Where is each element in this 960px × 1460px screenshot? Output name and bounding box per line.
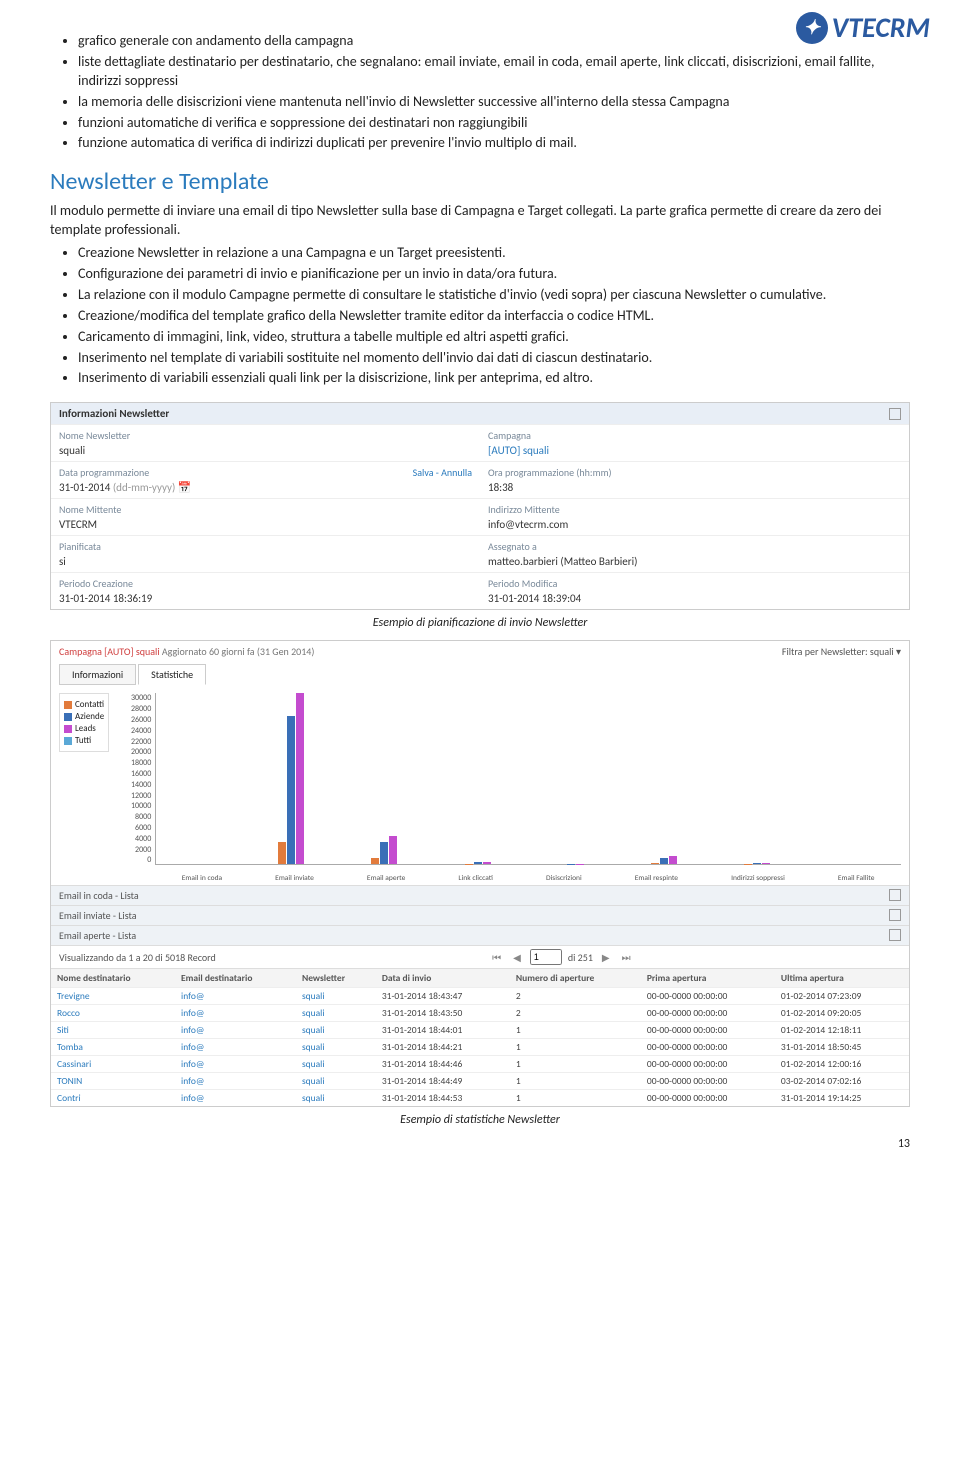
stats-screenshot: Campagna [AUTO] squali Aggiornato 60 gio… <box>50 640 910 1107</box>
form-field: Pianificatasi <box>51 535 480 572</box>
form-header: Informazioni Newsletter <box>59 407 169 420</box>
list-item: liste dettagliate destinatario per desti… <box>78 53 910 91</box>
form-field: Periodo Modifica31-01-2014 18:39:04 <box>480 572 909 609</box>
section-intro: Il modulo permette di inviare una email … <box>50 202 910 240</box>
minimize-icon[interactable] <box>889 889 901 901</box>
top-bullet-list: grafico generale con andamento della cam… <box>50 32 910 153</box>
section-bullet-list: Creazione Newsletter in relazione a una … <box>50 244 910 388</box>
table-row[interactable]: TONINinfo@squali31-01-2014 18:44:49100-0… <box>51 1073 909 1090</box>
chart-bar <box>465 864 473 865</box>
list-item: La relazione con il modulo Campagne perm… <box>78 286 910 305</box>
chart-bar <box>660 858 668 865</box>
nav-first-icon[interactable]: ⏮ <box>489 951 504 964</box>
list-header[interactable]: Email aperte - Lista <box>59 929 136 942</box>
minimize-icon[interactable] <box>889 408 901 420</box>
chart-bar <box>371 858 379 865</box>
form-field: Data programmazioneSalva - Annulla31-01-… <box>51 461 480 498</box>
legend-item: Contatti <box>64 699 104 710</box>
form-field: Indirizzo Mittenteinfo@vtecrm.com <box>480 498 909 535</box>
form-field: Periodo Creazione31-01-2014 18:36:19 <box>51 572 480 609</box>
form-field: Ora programmazione (hh:mm)18:38 <box>480 461 909 498</box>
nav-last-icon[interactable]: ⏭ <box>619 951 634 964</box>
column-header[interactable]: Newsletter <box>296 969 376 988</box>
record-count: Visualizzando da 1 a 20 di 5018 Record <box>59 951 216 964</box>
column-header[interactable]: Email destinatario <box>175 969 296 988</box>
table-row[interactable]: Cassinariinfo@squali31-01-2014 18:44:461… <box>51 1056 909 1073</box>
records-table: Nome destinatarioEmail destinatarioNewsl… <box>51 968 909 1106</box>
logo-text: VTECRM <box>832 10 930 45</box>
chart-bar <box>669 856 677 865</box>
list-item: grafico generale con andamento della cam… <box>78 32 910 51</box>
legend-item: Aziende <box>64 711 104 722</box>
chart-bar <box>474 862 482 864</box>
column-header[interactable]: Nome destinatario <box>51 969 175 988</box>
form-field: Campagna[AUTO] squali <box>480 424 909 461</box>
tab-info[interactable]: Informazioni <box>59 664 136 685</box>
column-header[interactable]: Prima apertura <box>641 969 775 988</box>
table-row[interactable]: Sitiinfo@squali31-01-2014 18:44:01100-00… <box>51 1022 909 1039</box>
list-header[interactable]: Email inviate - Lista <box>59 909 137 922</box>
section-heading: Newsletter e Template <box>50 167 910 196</box>
nav-next-icon[interactable]: ▶ <box>599 951 613 964</box>
page-number: 13 <box>50 1137 910 1151</box>
bar-chart: 3000028000260002400022000200001800016000… <box>117 693 901 883</box>
page-total: di 251 <box>568 951 593 964</box>
filter-dropdown[interactable]: Filtra per Newsletter: squali ▾ <box>782 645 901 658</box>
list-item: la memoria delle disiscrizioni viene man… <box>78 93 910 112</box>
nav-prev-icon[interactable]: ◀ <box>510 951 524 964</box>
chart-bar <box>278 842 286 865</box>
list-item: Creazione Newsletter in relazione a una … <box>78 244 910 263</box>
save-cancel-link[interactable]: Salva - Annulla <box>413 466 472 479</box>
table-row[interactable]: Contriinfo@squali31-01-2014 18:44:53100-… <box>51 1090 909 1107</box>
table-row[interactable]: Roccoinfo@squali31-01-2014 18:43:50200-0… <box>51 1005 909 1022</box>
chart-bar <box>762 863 770 864</box>
legend-item: Tutti <box>64 735 104 746</box>
chart-bar <box>380 842 388 865</box>
chart-bar <box>567 864 575 865</box>
list-item: funzioni automatiche di verifica e soppr… <box>78 114 910 133</box>
list-header[interactable]: Email in coda - Lista <box>59 889 139 902</box>
list-item: Configurazione dei parametri di invio e … <box>78 265 910 284</box>
tab-stats[interactable]: Statistiche <box>138 664 206 685</box>
minimize-icon[interactable] <box>889 909 901 921</box>
form-field: Nome MittenteVTECRM <box>51 498 480 535</box>
column-header[interactable]: Ultima apertura <box>775 969 909 988</box>
list-item: funzione automatica di verifica di indir… <box>78 134 910 153</box>
caption: Esempio di statistiche Newsletter <box>50 1113 910 1127</box>
column-header[interactable]: Numero di aperture <box>510 969 641 988</box>
record-navigator: Visualizzando da 1 a 20 di 5018 Record ⏮… <box>51 945 909 968</box>
list-item: Inserimento nel template di variabili so… <box>78 349 910 368</box>
form-field: Nome Newslettersquali <box>51 424 480 461</box>
chart-bar <box>296 693 304 864</box>
newsletter-form-screenshot: Informazioni Newsletter Nome Newsletters… <box>50 402 910 610</box>
chart-legend: ContattiAziendeLeadsTutti <box>59 693 109 752</box>
calendar-icon[interactable]: 📅 <box>178 481 192 494</box>
caption: Esempio di pianificazione di invio Newsl… <box>50 616 910 630</box>
chart-bar <box>651 863 659 865</box>
legend-item: Leads <box>64 723 104 734</box>
column-header[interactable]: Data di invio <box>376 969 510 988</box>
campaign-updated: Aggiornato 60 giorni fa (31 Gen 2014) <box>160 645 315 658</box>
chart-bar <box>576 864 584 865</box>
chart-bar <box>389 836 397 865</box>
list-item: Caricamento di immagini, link, video, st… <box>78 328 910 347</box>
chart-bar <box>287 716 295 864</box>
minimize-icon[interactable] <box>889 929 901 941</box>
form-field: Assegnato amatteo.barbieri (Matteo Barbi… <box>480 535 909 572</box>
list-item: Inserimento di variabili essenziali qual… <box>78 369 910 388</box>
page-input[interactable] <box>530 949 562 965</box>
brand-logo: ✦ VTECRM <box>796 10 930 45</box>
chart-bar <box>753 863 761 864</box>
list-item: Creazione/modifica del template grafico … <box>78 307 910 326</box>
table-row[interactable]: Trevigneinfo@squali31-01-2014 18:43:4720… <box>51 988 909 1005</box>
logo-icon: ✦ <box>796 12 828 44</box>
table-row[interactable]: Tombainfo@squali31-01-2014 18:44:21100-0… <box>51 1039 909 1056</box>
campaign-title: Campagna [AUTO] squali <box>59 645 160 658</box>
chart-bar <box>483 862 491 865</box>
